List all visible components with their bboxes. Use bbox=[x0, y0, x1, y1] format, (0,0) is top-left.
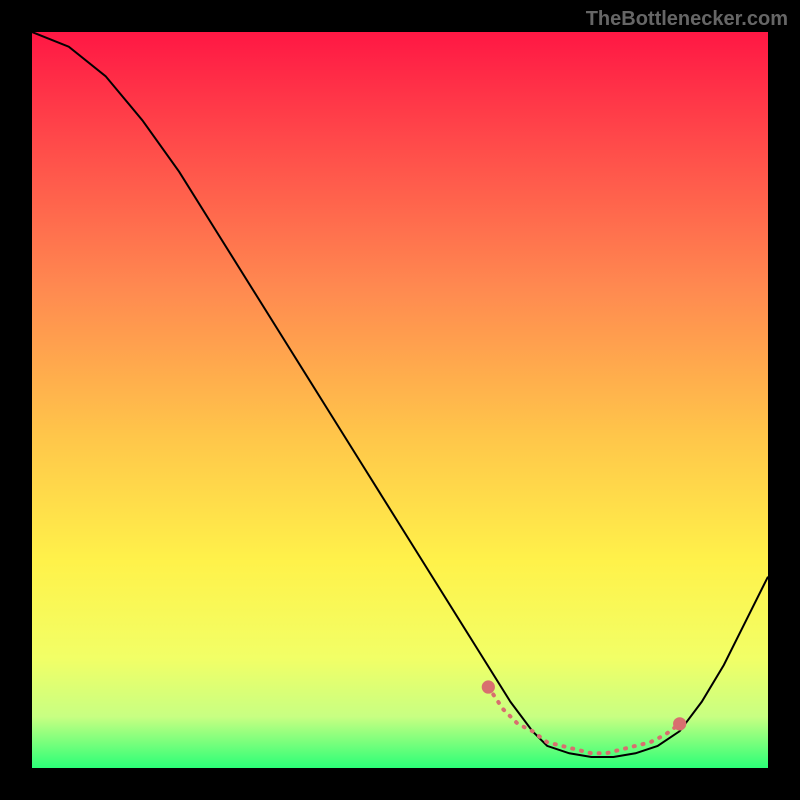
chart-area bbox=[32, 32, 768, 768]
watermark-text: TheBottlenecker.com bbox=[586, 8, 788, 31]
optimal-range-markers bbox=[32, 32, 768, 768]
